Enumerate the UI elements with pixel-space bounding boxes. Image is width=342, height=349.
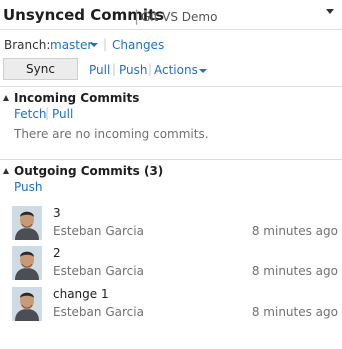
sync-button[interactable]: Sync bbox=[3, 58, 78, 80]
incoming-empty-message: There are no incoming commits. bbox=[14, 127, 209, 141]
commit-time: 8 minutes ago bbox=[251, 224, 338, 238]
push-link[interactable]: Push bbox=[119, 63, 148, 77]
commit-message: 2 bbox=[53, 246, 61, 260]
toolbar-separator: | bbox=[112, 62, 117, 76]
commit-message: 3 bbox=[53, 206, 61, 220]
incoming-separator: | bbox=[45, 106, 50, 120]
title-separator: | bbox=[134, 7, 140, 25]
header-divider bbox=[0, 29, 342, 30]
changes-link[interactable]: Changes bbox=[112, 38, 164, 52]
branch-selector[interactable]: master bbox=[50, 38, 92, 52]
branch-chevron-down-icon[interactable] bbox=[90, 43, 98, 47]
actions-chevron-down-icon[interactable] bbox=[199, 69, 207, 73]
section-divider bbox=[0, 159, 342, 160]
actions-menu[interactable]: Actions bbox=[154, 63, 198, 77]
outgoing-push-link[interactable]: Push bbox=[14, 180, 43, 194]
collapse-triangle-icon[interactable] bbox=[3, 95, 9, 101]
commit-time: 8 minutes ago bbox=[251, 264, 338, 278]
repo-name: Git VS Demo bbox=[141, 10, 218, 24]
toolbar-separator: | bbox=[148, 62, 153, 76]
commit-time: 8 minutes ago bbox=[251, 305, 338, 319]
fetch-link[interactable]: Fetch bbox=[14, 107, 47, 121]
outgoing-section-title: Outgoing Commits (3) bbox=[14, 164, 164, 178]
commit-author: Esteban Garcia bbox=[53, 305, 144, 319]
collapse-triangle-icon[interactable] bbox=[3, 168, 9, 174]
avatar bbox=[12, 287, 42, 321]
commit-row[interactable]: 3 Esteban Garcia 8 minutes ago bbox=[12, 206, 338, 244]
commit-row[interactable]: change 1 Esteban Garcia 8 minutes ago bbox=[12, 287, 338, 325]
commit-author: Esteban Garcia bbox=[53, 224, 144, 238]
branch-label: Branch: bbox=[4, 38, 51, 52]
toolbar-divider bbox=[0, 86, 342, 87]
commit-author: Esteban Garcia bbox=[53, 264, 144, 278]
chevron-down-icon[interactable] bbox=[326, 9, 334, 14]
avatar bbox=[12, 206, 42, 240]
avatar bbox=[12, 246, 42, 280]
page-title: Unsynced Commits bbox=[3, 6, 165, 24]
branch-separator: | bbox=[103, 37, 108, 51]
incoming-pull-link[interactable]: Pull bbox=[52, 107, 73, 121]
incoming-section-title: Incoming Commits bbox=[14, 91, 140, 105]
commit-message: change 1 bbox=[53, 287, 109, 301]
commit-row[interactable]: 2 Esteban Garcia 8 minutes ago bbox=[12, 246, 338, 284]
pull-link[interactable]: Pull bbox=[89, 63, 110, 77]
